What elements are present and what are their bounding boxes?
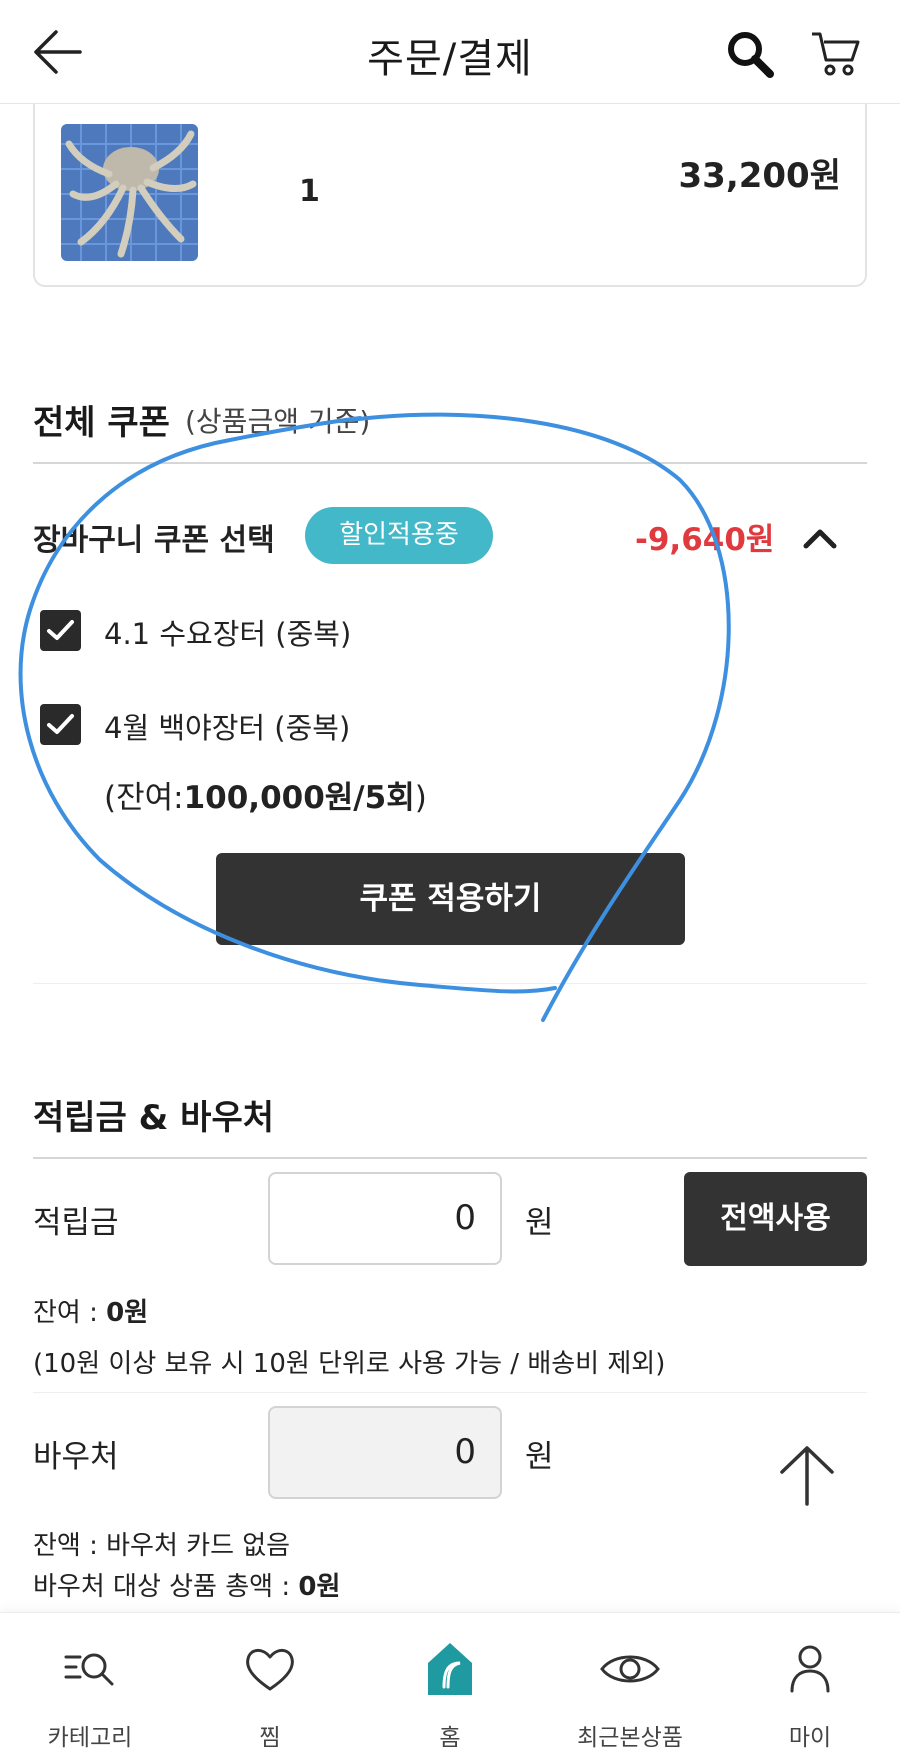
checkmark-icon xyxy=(47,620,74,640)
person-icon xyxy=(780,1639,840,1699)
product-thumbnail[interactable] xyxy=(61,124,198,261)
section-divider xyxy=(33,983,867,984)
coupon-remaining: (잔여:100,000원/5회) xyxy=(104,780,427,816)
search-icon[interactable] xyxy=(722,26,778,82)
voucher-balance: 잔액 : 바우처 카드 없음 xyxy=(33,1531,291,1561)
total-coupon-subtitle: (상품금액 기준) xyxy=(185,405,371,438)
coupon-checkbox[interactable] xyxy=(40,704,81,745)
points-balance: 잔여 : 0원 xyxy=(33,1298,149,1328)
product-quantity: 1 xyxy=(299,174,320,209)
section-divider xyxy=(33,1392,867,1393)
nav-item-category[interactable]: 카테고리 xyxy=(0,1613,180,1755)
coupon-label[interactable]: 4.1 수요장터 (중복) xyxy=(104,611,351,653)
nav-label: 카테고리 xyxy=(47,1725,133,1751)
app-header: 주문/결제 xyxy=(0,0,900,104)
nav-item-wishlist[interactable]: 찜 xyxy=(180,1613,360,1755)
apply-coupon-button[interactable]: 쿠폰 적용하기 xyxy=(216,853,685,945)
nav-item-recent[interactable]: 최근본상품 xyxy=(540,1613,720,1755)
section-divider xyxy=(33,462,867,464)
discount-applied-badge: 할인적용중 xyxy=(305,507,493,564)
cart-icon[interactable] xyxy=(808,26,864,82)
points-rule-note: (10원 이상 보유 시 10원 단위로 사용 가능 / 배송비 제외) xyxy=(33,1349,666,1379)
points-label: 적립금 xyxy=(33,1205,119,1241)
nav-label: 최근본상품 xyxy=(577,1725,683,1751)
nav-label: 찜 xyxy=(259,1725,281,1751)
total-coupon-title: 전체 쿠폰 xyxy=(33,403,170,443)
home-icon xyxy=(420,1639,480,1699)
product-price: 33,200원 xyxy=(678,156,841,196)
points-unit: 원 xyxy=(525,1205,554,1241)
use-all-points-button[interactable]: 전액사용 xyxy=(684,1172,867,1266)
points-input[interactable]: 0 xyxy=(268,1172,502,1265)
category-search-icon xyxy=(60,1639,120,1699)
voucher-total: 바우처 대상 상품 총액 : 0원 xyxy=(33,1572,341,1602)
points-voucher-title: 적립금 & 바우처 xyxy=(33,1098,275,1138)
bottom-navigation: 카테고리 찜 홈 최근본상품 마이 xyxy=(0,1612,900,1755)
cart-coupon-select-label[interactable]: 장바구니 쿠폰 선택 xyxy=(33,515,275,559)
nav-item-my[interactable]: 마이 xyxy=(720,1613,900,1755)
coupon-label[interactable]: 4월 백야장터 (중복) xyxy=(104,705,350,747)
scroll-to-top-arrow-icon[interactable] xyxy=(772,1440,842,1510)
nav-item-home[interactable]: 홈 xyxy=(360,1613,540,1755)
chevron-up-icon[interactable] xyxy=(800,522,840,552)
voucher-label: 바우처 xyxy=(33,1439,119,1475)
section-divider xyxy=(33,1157,867,1159)
nav-label: 홈 xyxy=(439,1725,461,1751)
eye-icon xyxy=(600,1639,660,1699)
voucher-input[interactable]: 0 xyxy=(268,1406,502,1499)
voucher-unit: 원 xyxy=(525,1439,554,1475)
heart-icon xyxy=(240,1639,300,1699)
checkmark-icon xyxy=(47,714,74,734)
coupon-discount-amount: -9,640원 xyxy=(635,522,775,558)
nav-label: 마이 xyxy=(788,1725,832,1751)
coupon-checkbox[interactable] xyxy=(40,610,81,651)
order-product-card: 1 33,200원 xyxy=(33,104,867,287)
